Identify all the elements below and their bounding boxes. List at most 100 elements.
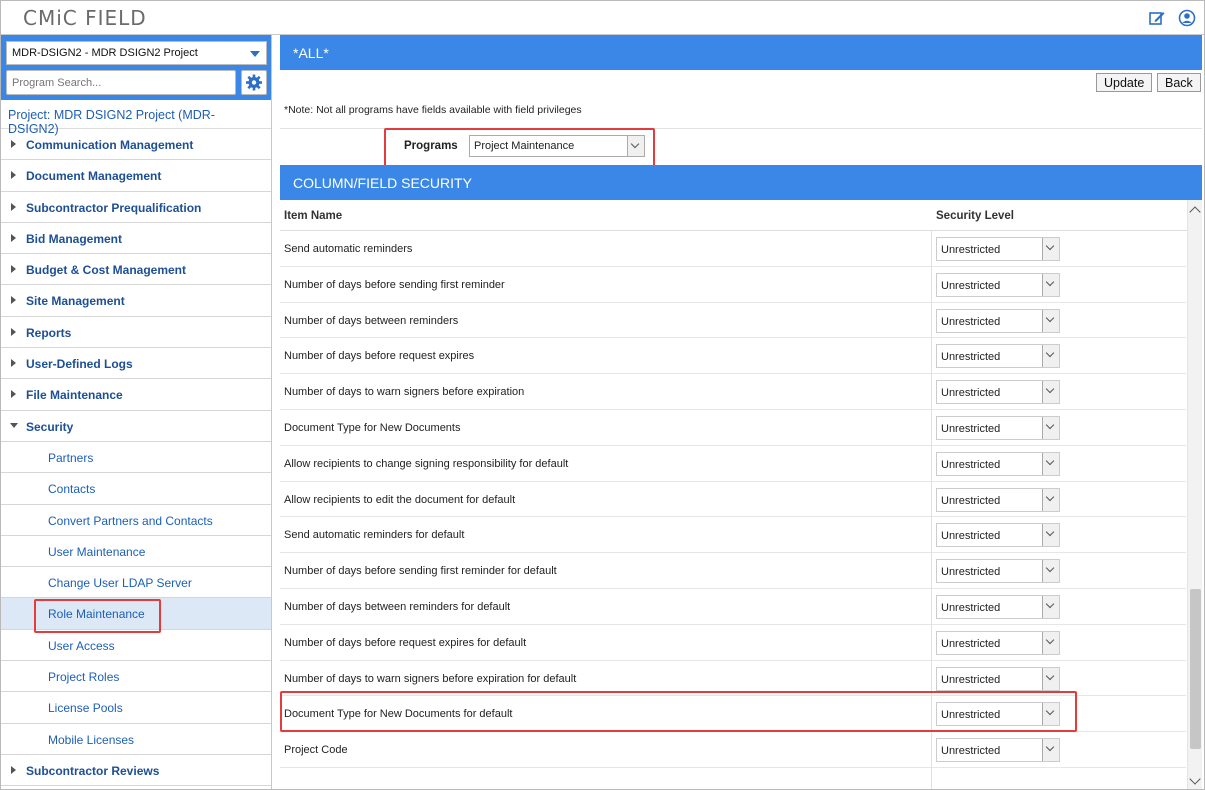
triangle-right-icon bbox=[11, 390, 16, 399]
security-level-value: Unrestricted bbox=[941, 530, 1001, 543]
chevron-down-icon bbox=[1042, 452, 1059, 475]
security-level-select[interactable]: Unrestricted bbox=[936, 523, 1060, 548]
table-row: Number of days before request expires Unr… bbox=[280, 338, 1186, 375]
table-row: Send automatic reminders Unrestricted bbox=[280, 231, 1186, 267]
programs-select[interactable]: Project Maintenance bbox=[469, 135, 645, 157]
nav-user-maintenance[interactable]: User Maintenance bbox=[1, 536, 271, 568]
security-level-select[interactable]: Unrestricted bbox=[936, 630, 1060, 655]
nav-partners[interactable]: Partners bbox=[1, 442, 271, 474]
table-body: Send automatic reminders Unrestricted Numb… bbox=[280, 231, 1202, 768]
nav-user-defined-logs[interactable]: User-Defined Logs bbox=[1, 348, 271, 380]
item-name: Send automatic reminders bbox=[284, 243, 413, 255]
nav-label: Subcontractor Prequalification bbox=[26, 200, 202, 215]
chevron-down-icon bbox=[1042, 739, 1059, 762]
security-level-select[interactable]: Unrestricted bbox=[936, 308, 1060, 333]
chevron-down-icon bbox=[1042, 416, 1059, 439]
security-level-select[interactable]: Unrestricted bbox=[936, 594, 1060, 619]
app-logo: CMiC FIELD bbox=[23, 6, 147, 30]
security-level-value: Unrestricted bbox=[941, 709, 1001, 722]
table-header: Item Name Security Level bbox=[280, 200, 1202, 231]
chevron-down-icon bbox=[627, 136, 644, 156]
nav-user-access[interactable]: User Access bbox=[1, 630, 271, 662]
security-level-value: Unrestricted bbox=[941, 351, 1001, 364]
security-level-value: Unrestricted bbox=[941, 566, 1001, 579]
project-select[interactable]: MDR-DSIGN2 - MDR DSIGN2 Project bbox=[6, 41, 267, 65]
security-level-select[interactable]: Unrestricted bbox=[936, 272, 1060, 297]
table-row: Number of days between reminders for def… bbox=[280, 589, 1186, 625]
triangle-down-icon bbox=[10, 422, 18, 428]
security-level-select[interactable]: Unrestricted bbox=[936, 702, 1060, 727]
security-level-select[interactable]: Unrestricted bbox=[936, 487, 1060, 512]
security-level-select[interactable]: Unrestricted bbox=[936, 344, 1060, 369]
caret-down-icon bbox=[250, 51, 260, 57]
table-row: Allow recipients to change signing respo… bbox=[280, 446, 1186, 482]
col-item-name: Item Name bbox=[284, 210, 343, 222]
nav-security[interactable]: Security bbox=[1, 411, 271, 442]
security-level-select[interactable]: Unrestricted bbox=[936, 415, 1060, 440]
security-level-select[interactable]: Unrestricted bbox=[936, 451, 1060, 476]
triangle-right-icon bbox=[11, 233, 16, 242]
security-level-select[interactable]: Unrestricted bbox=[936, 559, 1060, 584]
section-title: COLUMN/FIELD SECURITY bbox=[280, 165, 1202, 200]
chevron-down-icon bbox=[1042, 238, 1059, 260]
chevron-down-icon bbox=[1042, 560, 1059, 583]
project-label: Project: MDR DSIGN2 Project (MDR-DSIGN2) bbox=[1, 100, 271, 136]
chevron-down-icon bbox=[1042, 488, 1059, 511]
sidebar: MDR-DSIGN2 - MDR DSIGN2 Project Project:… bbox=[1, 35, 272, 789]
back-button[interactable]: Back bbox=[1157, 73, 1201, 92]
chevron-down-icon bbox=[1042, 667, 1059, 690]
nav-subcontractor-prequalification[interactable]: Subcontractor Prequalification bbox=[1, 192, 271, 223]
security-level-select[interactable]: Unrestricted bbox=[936, 237, 1060, 261]
chevron-down-icon bbox=[1042, 345, 1059, 368]
table-scrollbar[interactable] bbox=[1187, 200, 1202, 789]
search-settings-button[interactable] bbox=[241, 70, 267, 95]
nav-communication-management[interactable]: Communication Management bbox=[1, 129, 271, 161]
security-level-value: Unrestricted bbox=[941, 601, 1001, 614]
chevron-down-icon bbox=[1042, 524, 1059, 547]
nav-label: Document Management bbox=[26, 169, 162, 184]
scroll-thumb[interactable] bbox=[1190, 589, 1201, 749]
chevron-down-icon bbox=[1042, 595, 1059, 618]
nav-role-maintenance[interactable]: Role Maintenance bbox=[1, 598, 271, 630]
table-row: Number of days before sending first remi… bbox=[280, 267, 1186, 303]
nav-label: Security bbox=[26, 419, 74, 434]
security-level-value: Unrestricted bbox=[941, 745, 1001, 758]
top-bar: CMiC FIELD bbox=[1, 1, 1204, 35]
nav-project-roles[interactable]: Project Roles bbox=[1, 661, 271, 693]
program-search-input[interactable] bbox=[6, 70, 236, 95]
nav-change-user-ldap-server[interactable]: Change User LDAP Server bbox=[1, 567, 271, 599]
update-button[interactable]: Update bbox=[1096, 73, 1153, 92]
table-row: Number of days to warn signers before ex… bbox=[280, 374, 1186, 410]
nav-mobile-licenses[interactable]: Mobile Licenses bbox=[1, 724, 271, 755]
nav-document-management[interactable]: Document Management bbox=[1, 160, 271, 192]
user-icon[interactable] bbox=[1178, 9, 1196, 27]
nav-subcontractor-reviews[interactable]: Subcontractor Reviews bbox=[1, 755, 271, 787]
security-level-select[interactable]: Unrestricted bbox=[936, 666, 1060, 691]
nav-license-pools[interactable]: License Pools bbox=[1, 692, 271, 724]
nav-file-maintenance[interactable]: File Maintenance bbox=[1, 379, 271, 411]
scroll-down-icon[interactable] bbox=[1189, 773, 1201, 785]
nav-convert-partners-contacts[interactable]: Convert Partners and Contacts bbox=[1, 505, 271, 536]
scroll-up-icon[interactable] bbox=[1189, 206, 1201, 218]
nav-reports[interactable]: Reports bbox=[1, 317, 271, 349]
security-level-select[interactable]: Unrestricted bbox=[936, 738, 1060, 763]
chevron-down-icon bbox=[1042, 631, 1059, 654]
security-level-select[interactable]: Unrestricted bbox=[936, 380, 1060, 405]
table-row: Number of days before request expires fo… bbox=[280, 625, 1186, 661]
nav-contacts[interactable]: Contacts bbox=[1, 473, 271, 505]
security-level-value: Unrestricted bbox=[941, 422, 1001, 435]
security-level-value: Unrestricted bbox=[941, 458, 1001, 471]
security-level-value: Unrestricted bbox=[941, 637, 1001, 650]
edit-icon[interactable] bbox=[1148, 9, 1166, 27]
triangle-right-icon bbox=[11, 171, 16, 180]
nav-budget-cost-management[interactable]: Budget & Cost Management bbox=[1, 254, 271, 286]
chevron-down-icon bbox=[1042, 273, 1059, 296]
project-select-value: MDR-DSIGN2 - MDR DSIGN2 Project bbox=[12, 47, 198, 59]
nav-label: Budget & Cost Management bbox=[26, 263, 187, 278]
programs-row: Programs Project Maintenance bbox=[280, 128, 1202, 165]
nav-bid-management[interactable]: Bid Management bbox=[1, 223, 271, 255]
item-name: Project Code bbox=[284, 744, 348, 757]
item-name: Document Type for New Documents for defa… bbox=[284, 708, 513, 721]
nav-site-management[interactable]: Site Management bbox=[1, 285, 271, 317]
table-row: Number of days between reminders Unrestri… bbox=[280, 303, 1186, 339]
